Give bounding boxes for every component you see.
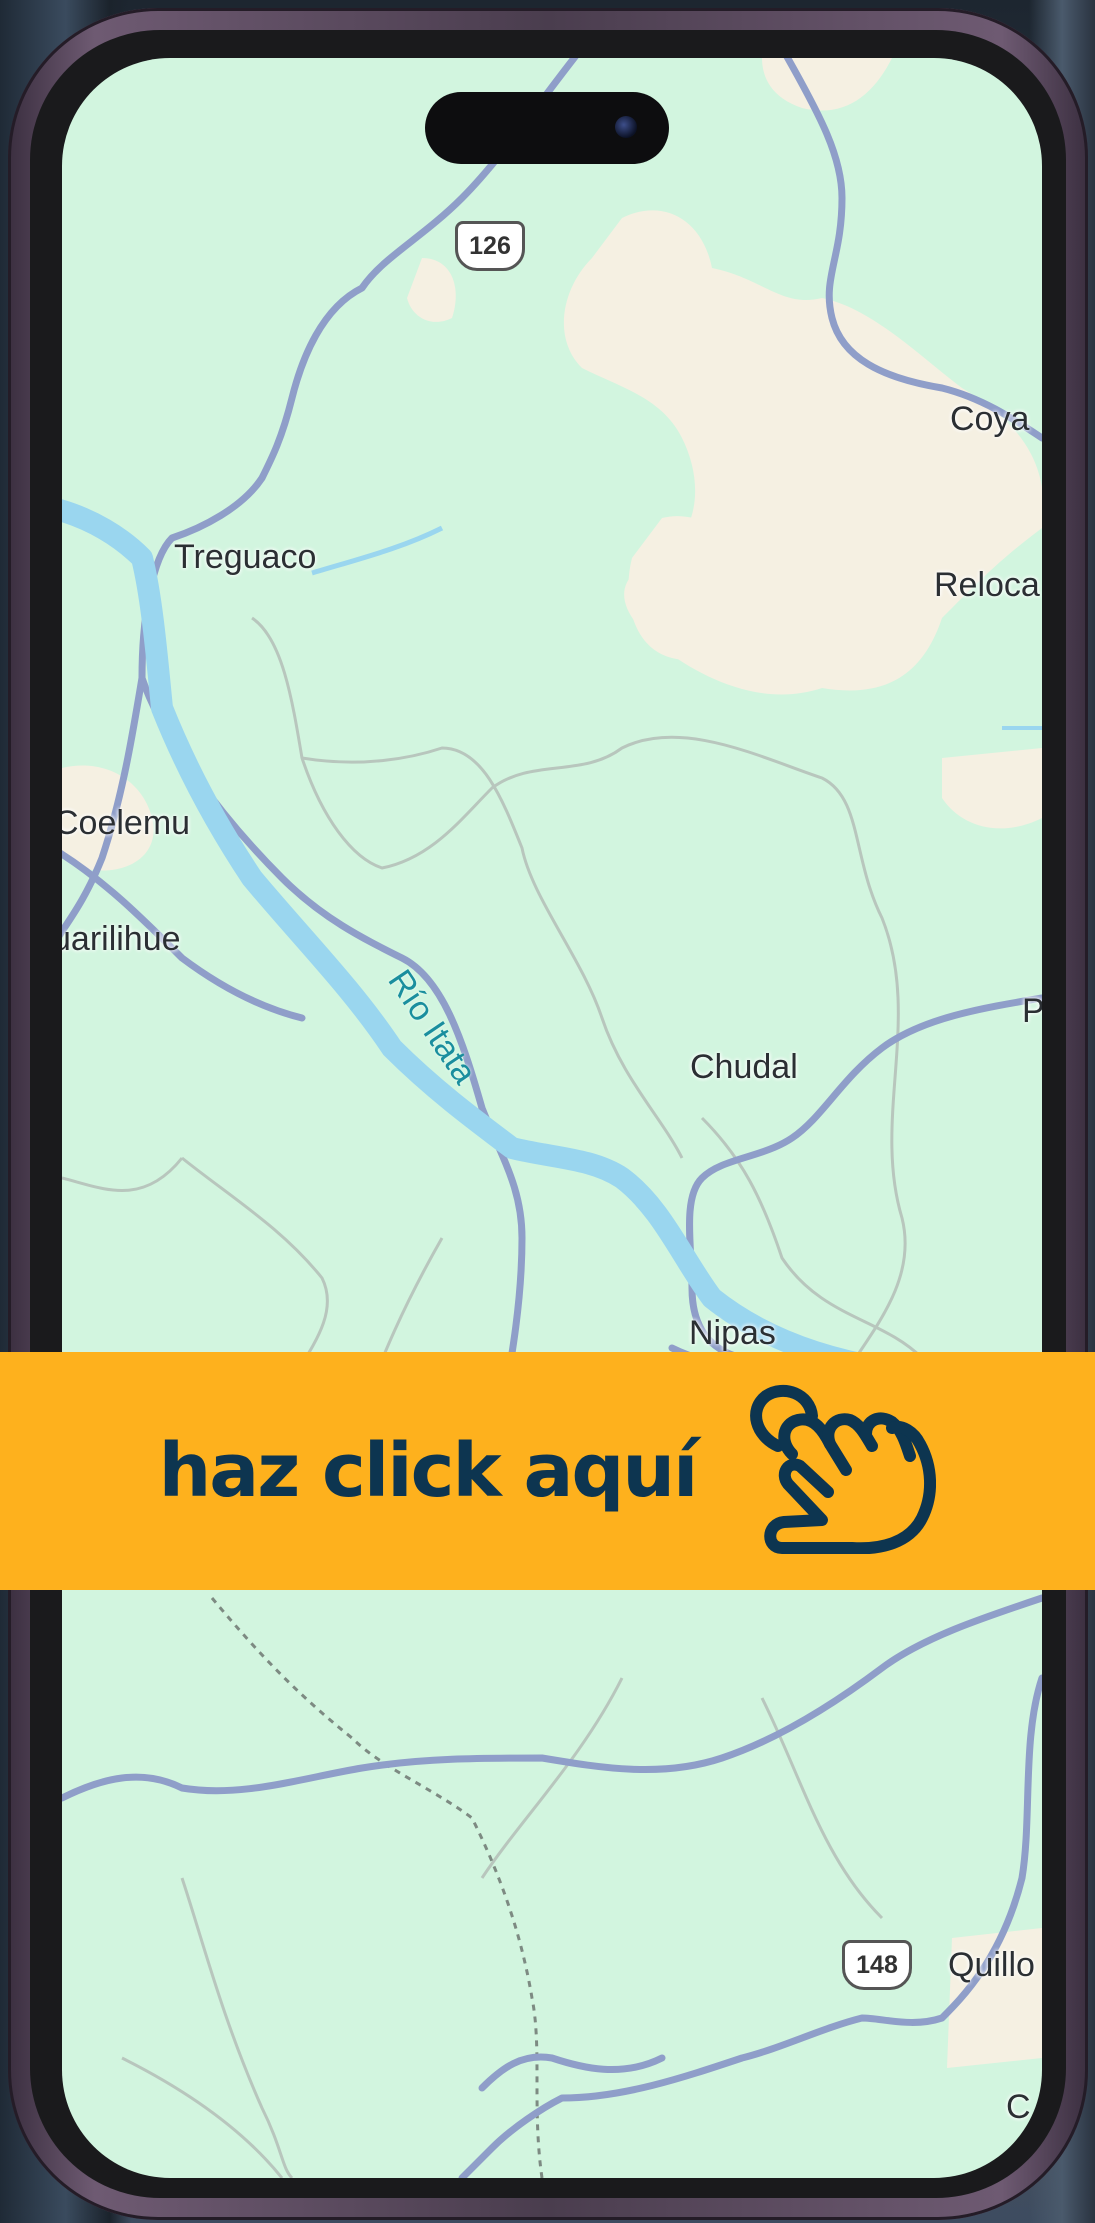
hand-pointer-icon: [726, 1384, 937, 1559]
place-label-quillon: Quillo: [948, 1946, 1035, 1984]
map-graphic: [62, 58, 1042, 2178]
place-label-coya: Coya: [950, 400, 1030, 438]
place-label-coelemu: Coelemu: [62, 804, 191, 842]
place-label-nipas: Nipas: [689, 1314, 776, 1352]
place-label-chudal: Chudal: [690, 1048, 798, 1086]
urban-area: [762, 58, 892, 111]
place-label-c: C: [1006, 2088, 1031, 2126]
place-label-quirihue: uarilihue: [62, 920, 181, 958]
place-label-treguaco: Treguaco: [174, 538, 317, 576]
front-camera: [615, 116, 637, 138]
place-label-p: P: [1022, 992, 1042, 1030]
trail: [210, 1597, 544, 2178]
route-shield-148: 148: [842, 1940, 912, 1990]
route-shield-126: 126: [455, 221, 525, 271]
urban-area: [407, 258, 456, 322]
click-here-banner[interactable]: haz click aquí: [0, 1352, 1095, 1590]
urban-area: [942, 748, 1042, 829]
map-view[interactable]: Treguaco Coelemu uarilihue Chudal Nipas …: [62, 58, 1042, 2178]
place-label-reloca: Reloca: [934, 566, 1040, 604]
stream: [311, 525, 444, 576]
banner-label: haz click aquí: [158, 1428, 699, 1514]
roads: [62, 58, 1042, 2178]
